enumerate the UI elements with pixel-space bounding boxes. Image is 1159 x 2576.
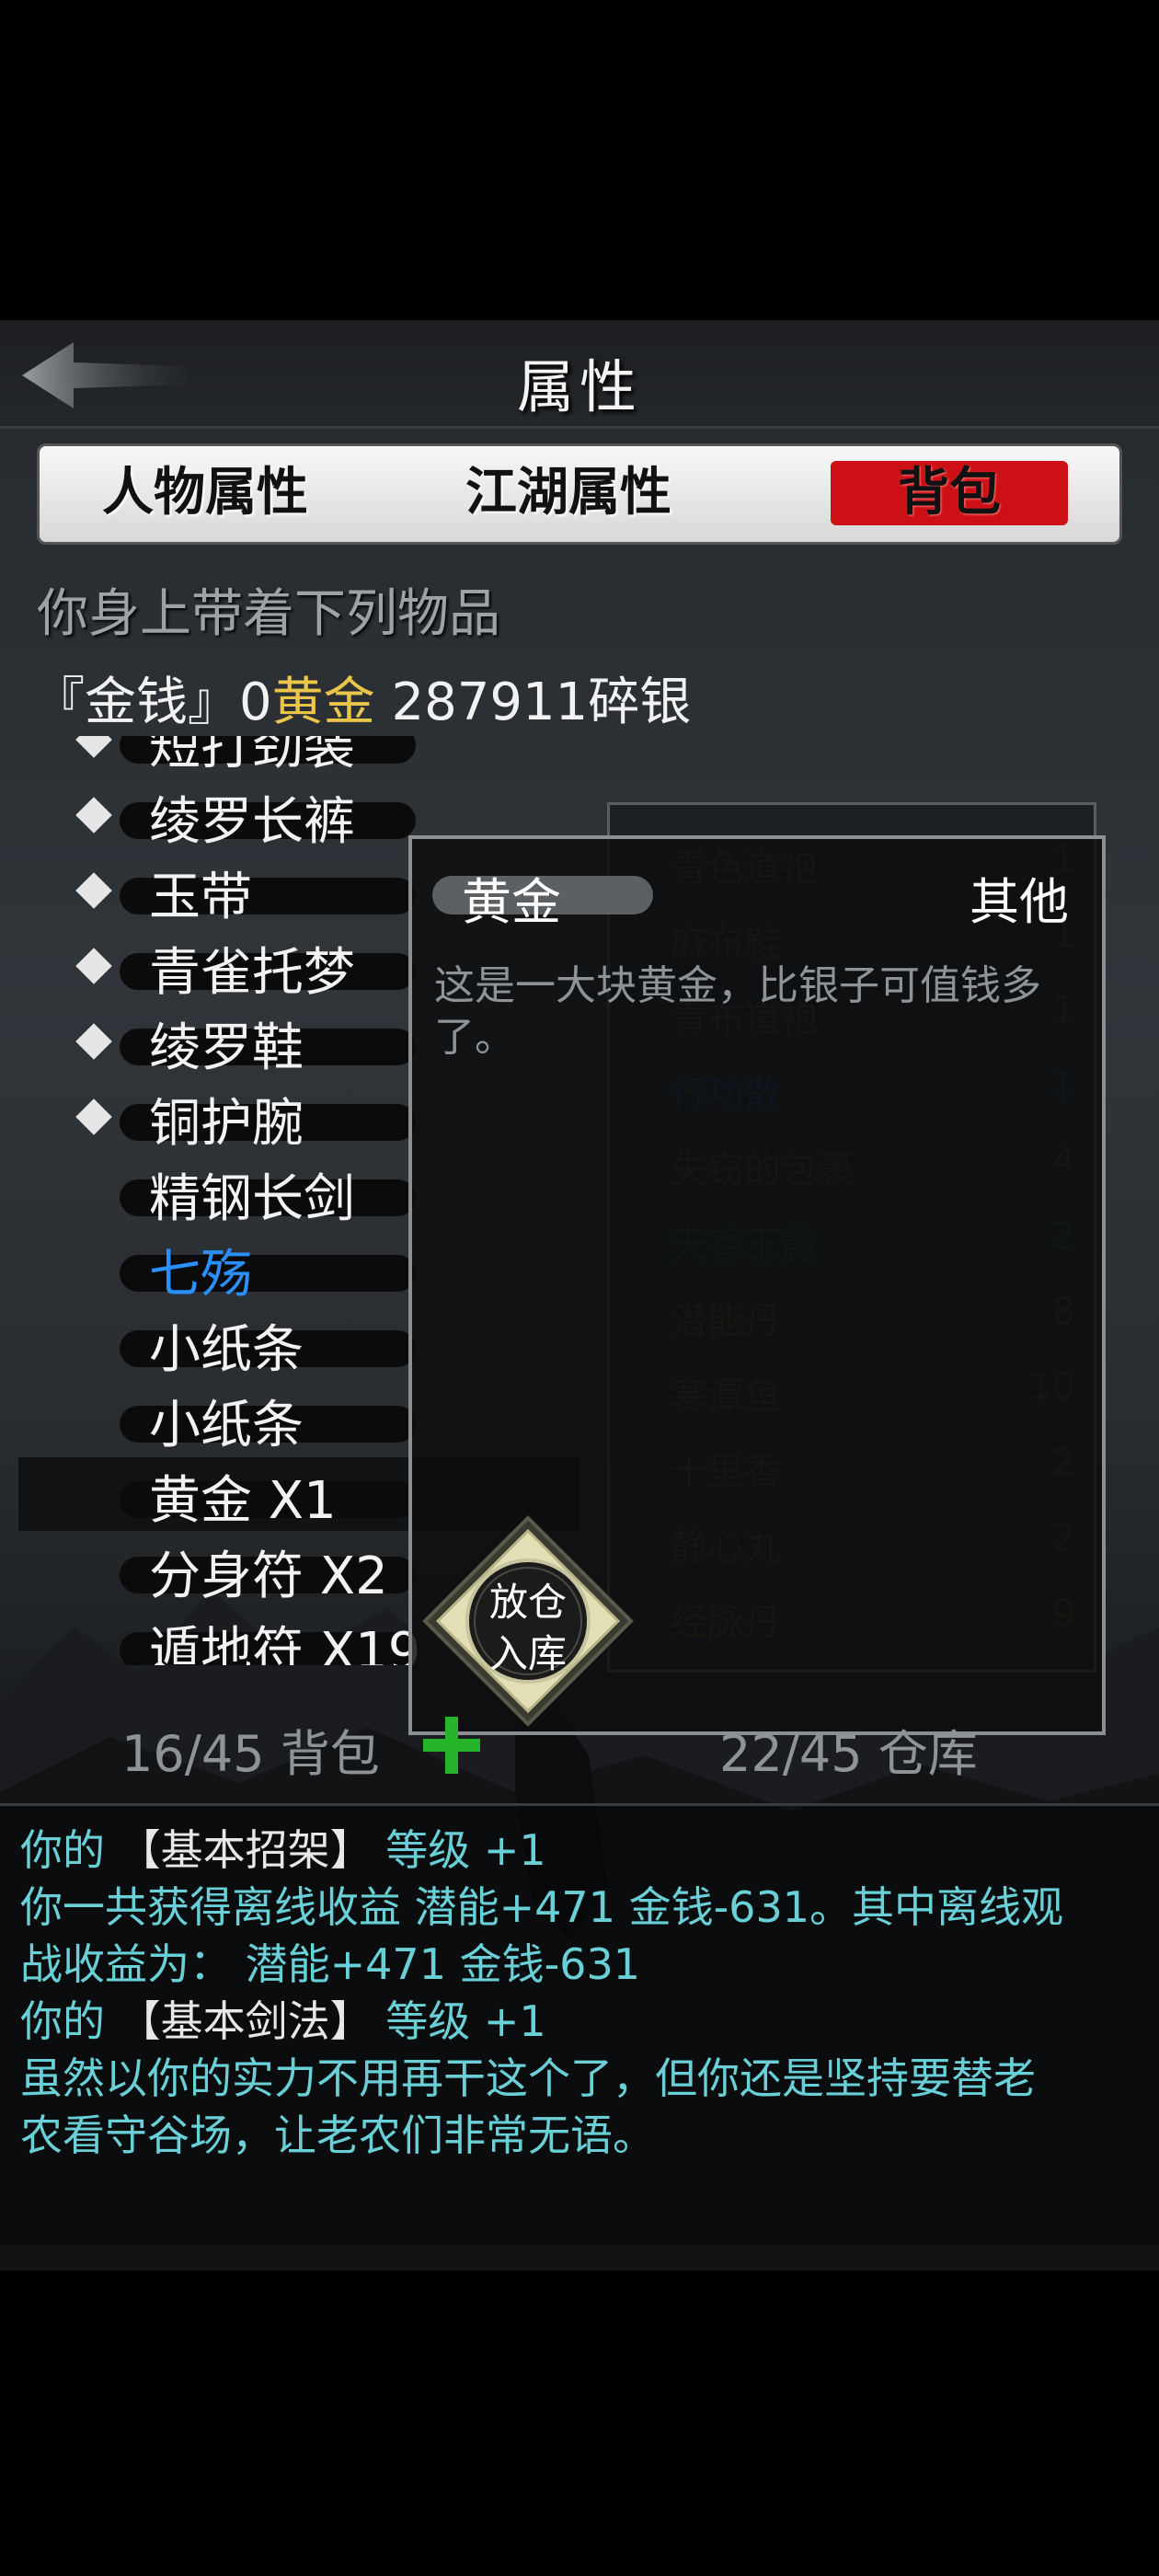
- tab-bag[interactable]: 背包: [831, 461, 1068, 525]
- title-bar: 属性: [0, 320, 1159, 429]
- item-name: 黄金 X1: [149, 1471, 337, 1531]
- log-skill-name: 【基本剑法】: [118, 1996, 373, 2046]
- popup-item-category: 其他: [970, 873, 1069, 931]
- log-line: 你的 【基本剑法】 等级 +1: [20, 1988, 546, 2049]
- item-name: 绫罗鞋: [149, 1018, 304, 1078]
- gold-count: 0: [239, 673, 272, 732]
- bag-capacity: 16/45 背包: [121, 1725, 380, 1783]
- store-to-warehouse-button[interactable]: 放仓 入库: [421, 1514, 635, 1728]
- log-line: 农看守谷场，让老农们非常无语。: [20, 2110, 655, 2160]
- tab-jianghu-attributes[interactable]: 江湖属性: [458, 461, 679, 525]
- item-name: 绫罗长裤: [149, 792, 355, 852]
- game-screen: 属性 人物属性 江湖属性 背包 你身上带着下列物品 『金钱』0黄金 287911…: [0, 0, 1159, 2576]
- tab-person-attributes[interactable]: 人物属性: [95, 461, 316, 525]
- item-name: 青雀托梦: [149, 943, 355, 1003]
- item-name: 玉带: [149, 868, 252, 927]
- equipped-diamond-icon: [75, 948, 112, 984]
- equipped-diamond-icon: [75, 872, 112, 909]
- item-name: 小纸条: [149, 1320, 304, 1380]
- equipped-diamond-icon: [75, 736, 112, 758]
- item-name: 铜护腕: [149, 1094, 304, 1154]
- silver-amount: 287911碎银: [391, 673, 692, 732]
- equipped-diamond-icon: [75, 1023, 112, 1060]
- equipped-diamond-icon: [75, 1098, 112, 1135]
- log-line: 战收益为： 潜能+471 金钱-631: [20, 1939, 640, 1989]
- page-title: 属性: [516, 353, 642, 420]
- store-button-line1: 放仓: [488, 1580, 567, 1625]
- log-text: 等级 +1: [385, 1996, 546, 2046]
- item-name: 七殇: [149, 1245, 252, 1305]
- log-text: 等级 +1: [385, 1825, 546, 1875]
- equipped-diamond-icon: [75, 797, 112, 834]
- item-name: 小纸条: [149, 1396, 304, 1455]
- bag-header: 你身上带着下列物品: [37, 584, 500, 644]
- item-name: 精钢长剑: [149, 1169, 355, 1229]
- item-name: 遁地符 X19: [149, 1622, 421, 1665]
- log-text: 你的: [20, 1825, 105, 1875]
- item-name: 短打劲装: [149, 736, 355, 776]
- plus-icon[interactable]: [419, 1713, 484, 1777]
- inventory-item[interactable]: 短打劲装: [18, 736, 580, 776]
- storage-capacity: 22/45 仓库: [719, 1725, 978, 1783]
- log-line: 虽然以你的实力不用再干这个了，但你还是坚持要替老: [20, 2053, 1036, 2103]
- message-log: 你的 【基本招架】 等级 +1 你一共获得离线收益 潜能+471 金钱-631。…: [0, 1803, 1159, 2245]
- store-button-line2: 入库: [488, 1631, 567, 1676]
- item-name: 分身符 X2: [149, 1547, 388, 1606]
- log-line: 你的 【基本招架】 等级 +1: [20, 1817, 546, 1878]
- log-line: 你一共获得离线收益 潜能+471 金钱-631。其中离线观: [20, 1882, 1063, 1932]
- gold-label: 黄金: [271, 673, 375, 732]
- tab-bar: 人物属性 江湖属性 背包: [37, 443, 1122, 545]
- log-skill-name: 【基本招架】: [118, 1825, 373, 1875]
- popup-item-name: 黄金: [462, 873, 561, 931]
- money-line: 『金钱』0黄金 287911碎银: [33, 661, 691, 735]
- popup-item-description: 这是一大块黄金，比银子可值钱多了。: [434, 962, 1041, 1061]
- log-text: 你的: [20, 1996, 105, 2046]
- money-label: 『金钱』: [33, 673, 239, 732]
